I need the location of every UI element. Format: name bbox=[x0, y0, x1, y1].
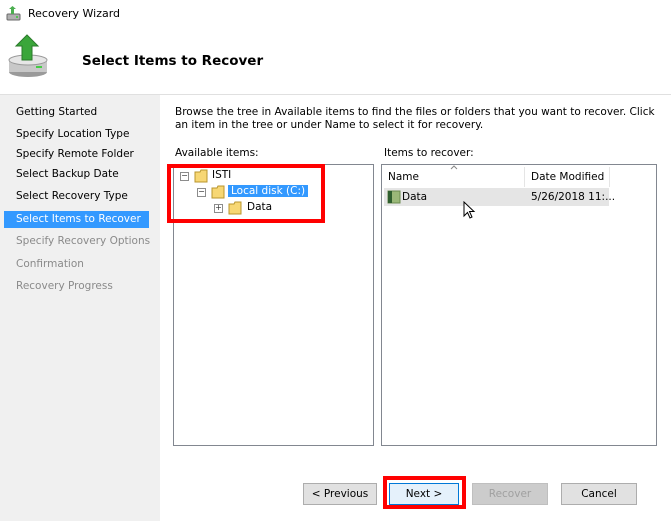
recovery-app-icon bbox=[6, 6, 21, 21]
step-select-recovery-type[interactable]: Select Recovery Type bbox=[16, 190, 128, 202]
step-specify-remote-folder[interactable]: Specify Remote Folder bbox=[16, 148, 134, 160]
page-title: Select Items to Recover bbox=[82, 53, 264, 69]
tree-node-label: Data bbox=[247, 201, 273, 213]
computer-folder-icon bbox=[194, 169, 208, 183]
step-select-items-to-recover[interactable]: Select Items to Recover bbox=[4, 211, 149, 228]
previous-button[interactable]: < Previous bbox=[303, 483, 377, 505]
items-to-recover-list[interactable] bbox=[381, 164, 657, 446]
tree-node-label: ISTI bbox=[212, 169, 232, 181]
cancel-button[interactable]: Cancel bbox=[561, 483, 637, 505]
folder-icon bbox=[387, 190, 401, 204]
mouse-pointer-icon bbox=[463, 201, 476, 219]
recover-button: Recover bbox=[472, 483, 548, 505]
step-specify-location-type[interactable]: Specify Location Type bbox=[16, 128, 129, 140]
available-items-label: Available items: bbox=[175, 147, 259, 159]
step-specify-recovery-options: Specify Recovery Options bbox=[16, 235, 151, 247]
items-to-recover-label: Items to recover: bbox=[384, 147, 474, 159]
expand-icon[interactable]: + bbox=[214, 204, 223, 213]
window-title: Recovery Wizard bbox=[28, 7, 121, 20]
next-button[interactable]: Next > bbox=[389, 483, 459, 505]
list-cell-date: 5/26/2018 11:... bbox=[531, 191, 616, 203]
title-bar: Recovery Wizard bbox=[0, 0, 671, 28]
list-cell-name: Data bbox=[402, 191, 428, 203]
collapse-icon[interactable]: − bbox=[197, 188, 206, 197]
column-header-date-modified[interactable]: Date Modified bbox=[531, 171, 604, 183]
collapse-icon[interactable]: − bbox=[180, 172, 189, 181]
folder-icon bbox=[228, 201, 242, 215]
column-separator[interactable] bbox=[524, 167, 525, 187]
step-recovery-progress: Recovery Progress bbox=[16, 280, 113, 292]
sort-ascending-icon bbox=[450, 165, 458, 170]
instructions-text: Browse the tree in Available items to fi… bbox=[175, 106, 655, 131]
available-items-tree[interactable] bbox=[173, 164, 374, 446]
step-confirmation: Confirmation bbox=[16, 258, 84, 270]
backup-drive-icon bbox=[8, 34, 48, 77]
column-separator[interactable] bbox=[609, 167, 610, 187]
column-header-name[interactable]: Name bbox=[388, 171, 419, 183]
tree-node-label: Local disk (C:) bbox=[228, 185, 309, 197]
step-getting-started[interactable]: Getting Started bbox=[16, 106, 97, 118]
disk-folder-icon bbox=[211, 185, 225, 199]
step-select-backup-date[interactable]: Select Backup Date bbox=[16, 168, 119, 180]
